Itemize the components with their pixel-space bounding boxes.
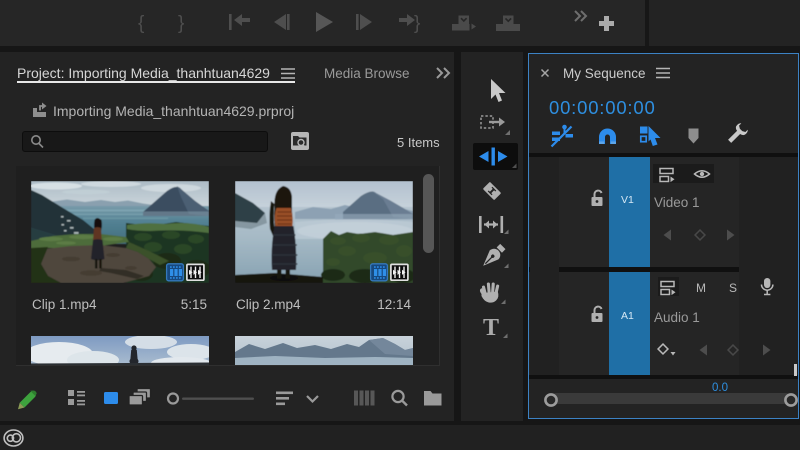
svg-text:}: } (178, 13, 184, 34)
svg-text:}: } (414, 13, 420, 34)
svg-text:T: T (483, 315, 499, 341)
svg-text:M: M (696, 281, 706, 295)
svg-text:{: { (138, 13, 145, 34)
svg-text:S: S (729, 281, 737, 295)
